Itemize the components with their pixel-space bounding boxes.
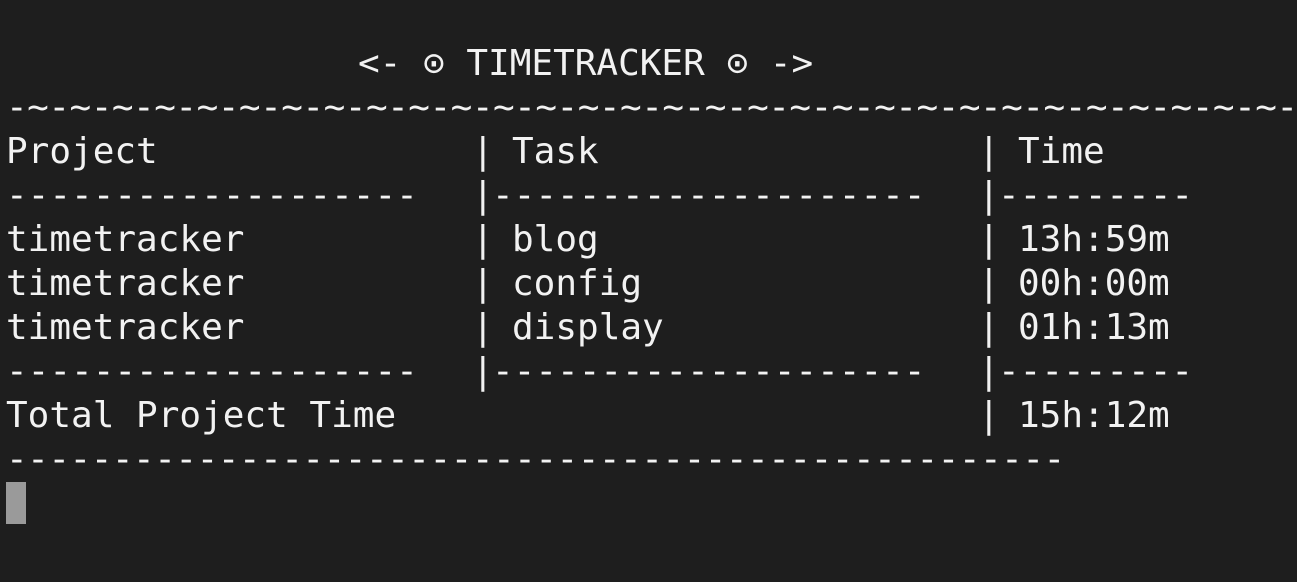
cell-project: timetracker: [6, 263, 245, 304]
wave-rule: -~-~-~-~-~-~-~-~-~-~-~-~-~-~-~-~-~-~-~-~…: [6, 87, 1297, 128]
divider-segment: --------------------: [492, 175, 926, 216]
table-row: timetracker | display | 01h:13m: [6, 306, 1297, 350]
divider-segment: -------------------: [6, 175, 418, 216]
total-row: Total Project Time | 15h:12m: [6, 394, 1297, 438]
divider-segment: ---------: [998, 351, 1194, 392]
column-separator: |: [472, 175, 494, 216]
text-cursor: [6, 482, 26, 524]
header-divider: ------------------- | ------------------…: [6, 174, 1297, 218]
cell-time: 00h:00m: [1018, 263, 1170, 304]
cell-task: display: [512, 307, 664, 348]
column-separator: |: [978, 263, 1000, 304]
app-title: <- ⊙ TIMETRACKER ⊙ ->: [358, 43, 814, 84]
column-separator: |: [472, 307, 494, 348]
header-time: Time: [1018, 131, 1105, 172]
cell-project: timetracker: [6, 307, 245, 348]
column-separator: |: [978, 395, 1000, 436]
column-separator: |: [978, 307, 1000, 348]
column-separator: |: [472, 219, 494, 260]
title-row: <- ⊙ TIMETRACKER ⊙ ->: [6, 42, 1297, 86]
bottom-rule: ----------------------------------------…: [6, 439, 1065, 480]
total-time: 15h:12m: [1018, 395, 1170, 436]
cell-project: timetracker: [6, 219, 245, 260]
divider-segment: ---------: [998, 175, 1194, 216]
header-project: Project: [6, 131, 158, 172]
column-separator: |: [472, 351, 494, 392]
divider-segment: --------------------: [492, 351, 926, 392]
column-separator: |: [978, 351, 1000, 392]
cell-time: 13h:59m: [1018, 219, 1170, 260]
cell-time: 01h:13m: [1018, 307, 1170, 348]
terminal-window[interactable]: <- ⊙ TIMETRACKER ⊙ -> -~-~-~-~-~-~-~-~-~…: [0, 0, 1297, 582]
column-separator: |: [472, 131, 494, 172]
total-label: Total Project Time: [6, 395, 397, 436]
table-row: timetracker | blog | 13h:59m: [6, 218, 1297, 262]
column-separator: |: [978, 175, 1000, 216]
divider-segment: -------------------: [6, 351, 418, 392]
column-separator: |: [978, 131, 1000, 172]
table-header-row: Project | Task | Time: [6, 130, 1297, 174]
table-row: timetracker | config | 00h:00m: [6, 262, 1297, 306]
header-task: Task: [512, 131, 599, 172]
cell-task: config: [512, 263, 643, 304]
cell-task: blog: [512, 219, 599, 260]
footer-divider: ------------------- | ------------------…: [6, 350, 1297, 394]
column-separator: |: [978, 219, 1000, 260]
column-separator: |: [472, 263, 494, 304]
